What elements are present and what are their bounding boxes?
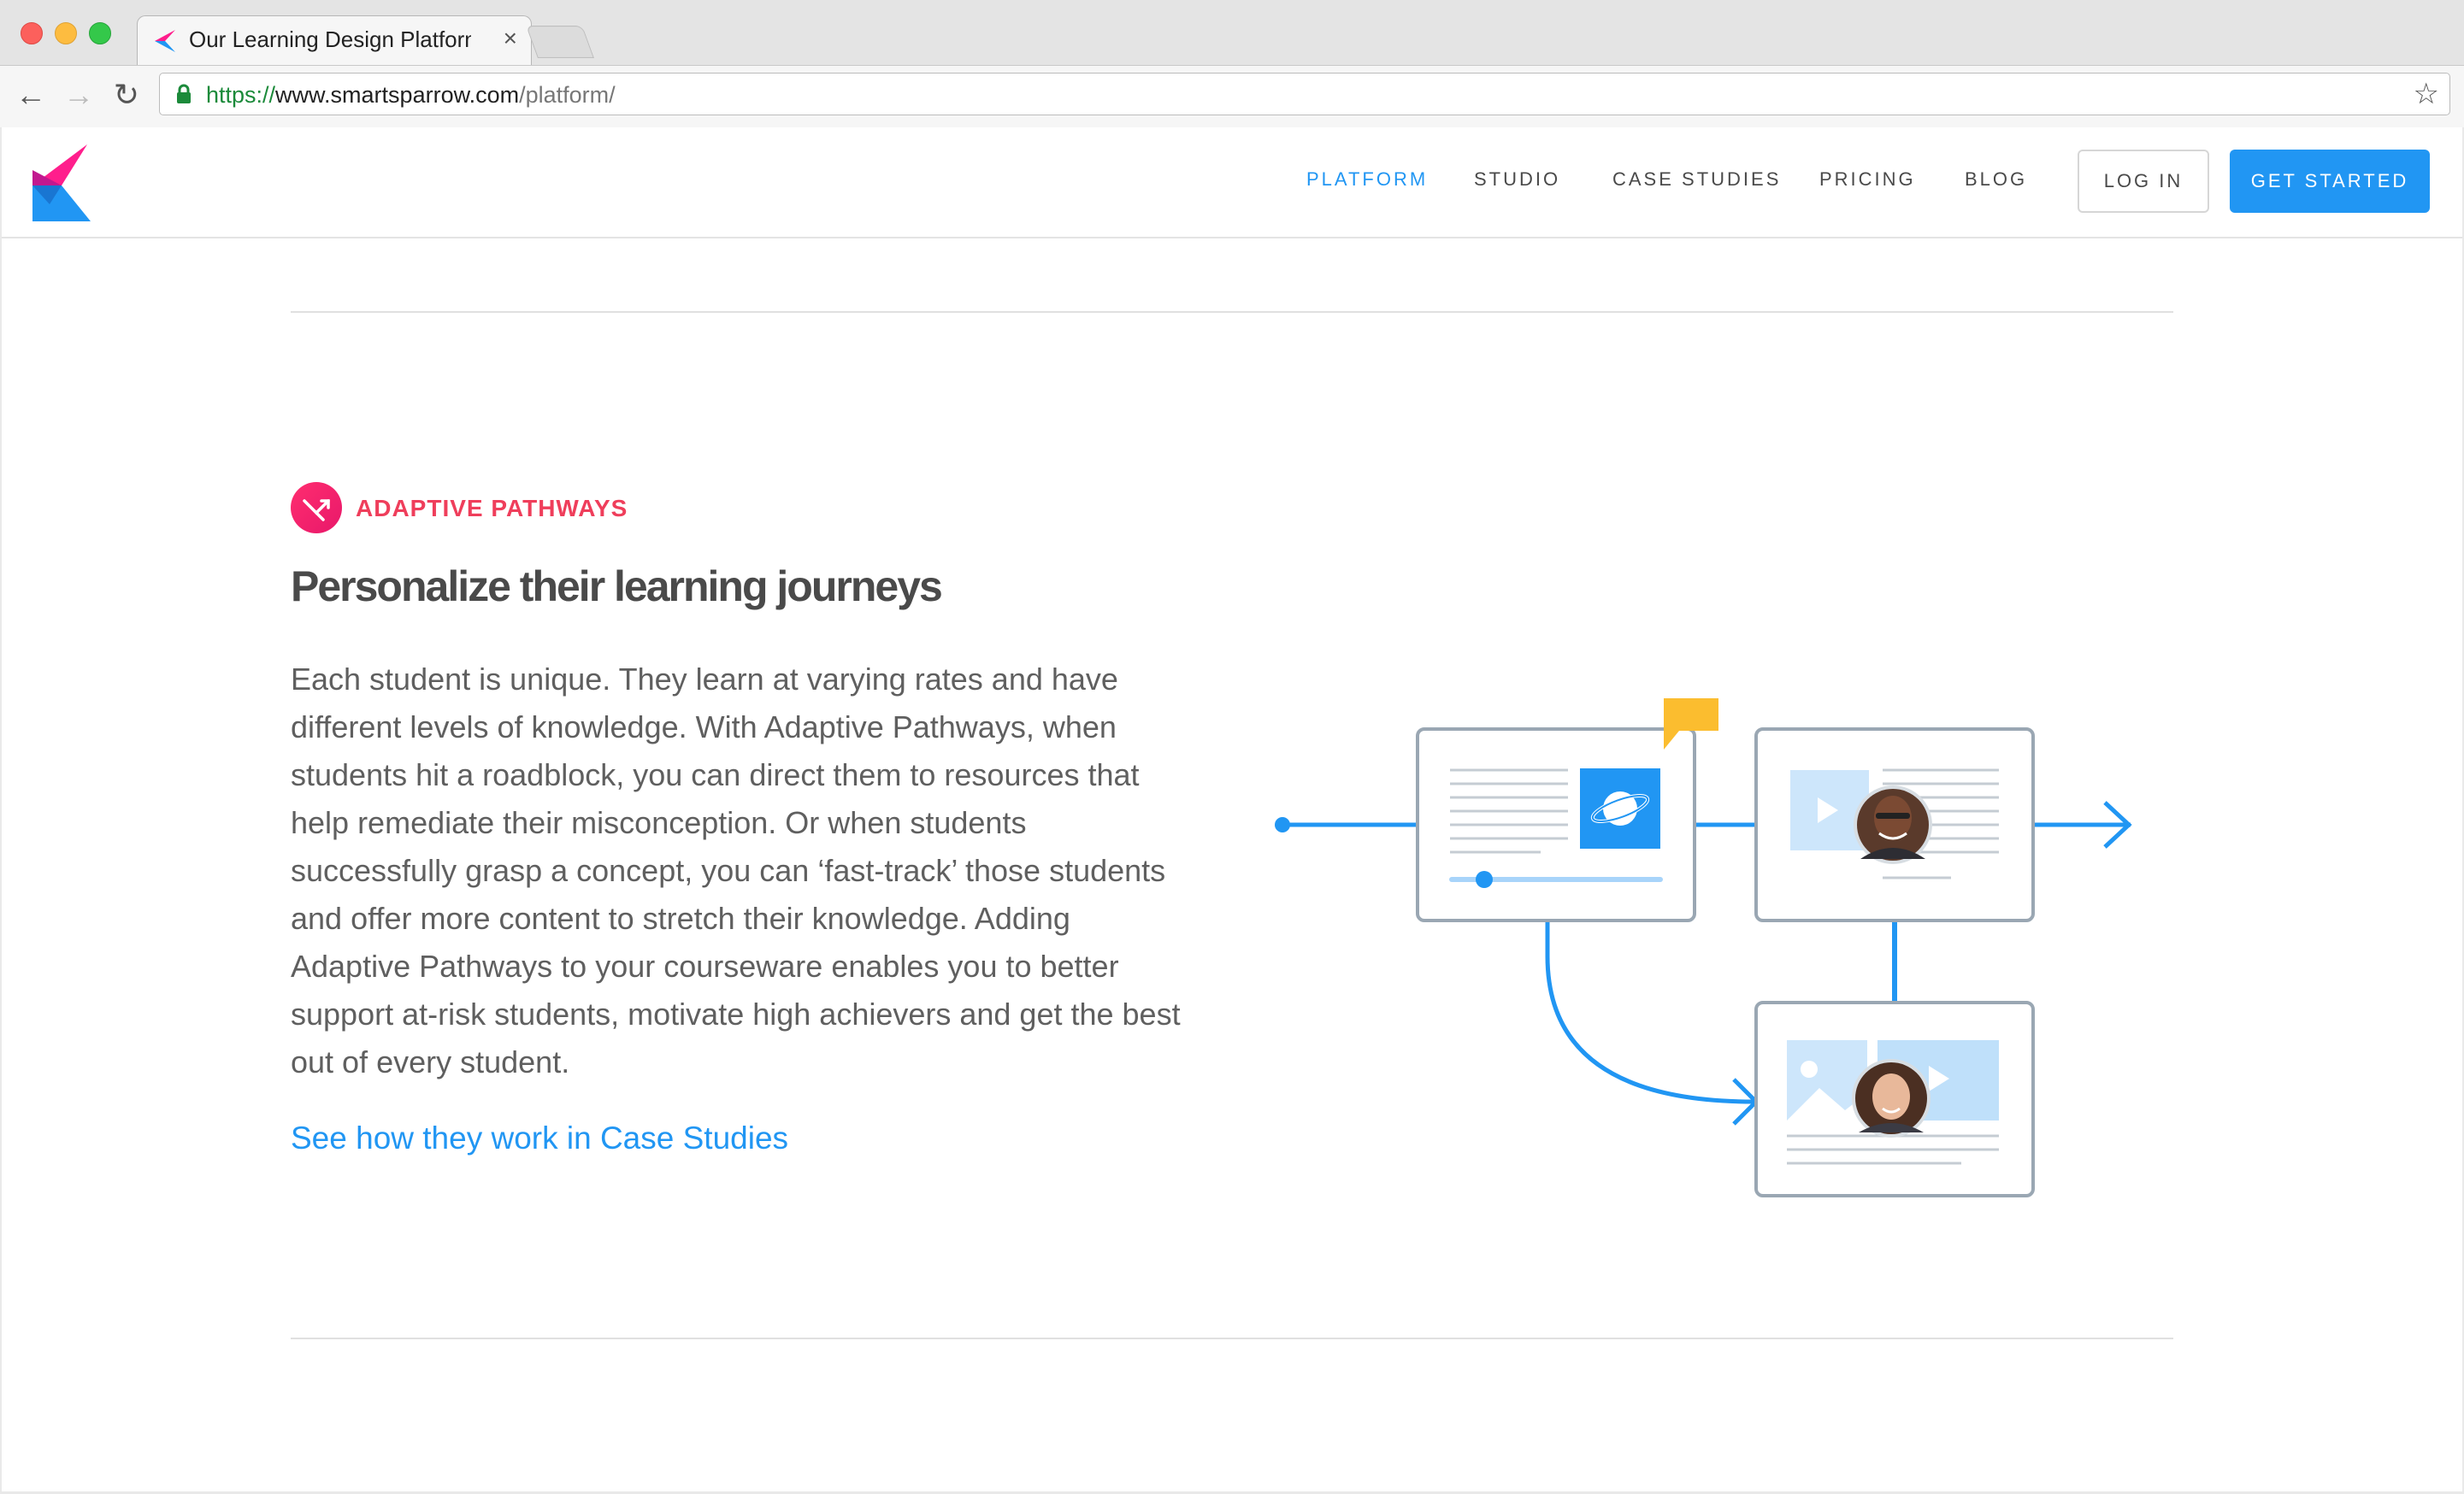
forward-icon[interactable]: → — [60, 76, 97, 114]
description-line: different levels of knowledge. With Adap… — [291, 709, 1117, 744]
nav-platform[interactable]: PLATFORM — [1306, 168, 1428, 191]
nav-studio[interactable]: STUDIO — [1474, 168, 1560, 191]
section-divider-bottom — [291, 1338, 2173, 1339]
nav-pricing[interactable]: PRICING — [1819, 168, 1916, 191]
description-line: help remediate their misconception. Or w… — [291, 805, 1027, 840]
feature-eyebrow: ADAPTIVE PATHWAYS — [356, 495, 628, 521]
description-line: students hit a roadblock, you can direct… — [291, 757, 1140, 792]
smart-sparrow-logo-icon[interactable] — [32, 144, 94, 221]
description-line: successfully grasp a concept, you can ‘f… — [291, 853, 1166, 888]
get-started-button[interactable]: GET STARTED — [2230, 150, 2430, 213]
site-favicon-icon — [155, 30, 175, 52]
browser-chrome: Our Learning Design Platform × ← → ↻ htt… — [0, 0, 2464, 127]
lock-icon — [177, 84, 191, 103]
feature-description: Each student is unique. They learn at va… — [291, 656, 1214, 1086]
adaptive-pathways-icon — [291, 482, 342, 533]
description-line: and offer more content to stretch their … — [291, 901, 1070, 936]
nav-case-studies[interactable]: CASE STUDIES — [1612, 168, 1781, 191]
nav-blog[interactable]: BLOG — [1965, 168, 2027, 191]
web-page: PLATFORM STUDIO CASE STUDIES PRICING BLO… — [2, 127, 2462, 1491]
back-icon[interactable]: ← — [12, 76, 50, 114]
url-host: www.smartsparrow.com — [275, 82, 520, 108]
section-divider-top — [291, 311, 2173, 313]
image-sun — [1801, 1061, 1818, 1078]
url-path: /platform/ — [519, 82, 616, 108]
tab-title: Our Learning Design Platform — [189, 26, 471, 52]
flow-branch-curve — [1545, 922, 1755, 1104]
case-studies-link[interactable]: See how they work in Case Studies — [291, 1120, 788, 1156]
description-line: out of every student. — [291, 1044, 570, 1079]
login-button[interactable]: LOG IN — [2078, 150, 2209, 213]
browser-tab[interactable]: Our Learning Design Platform × — [137, 15, 532, 66]
avatar-student-2 — [1852, 1059, 1931, 1138]
bookmark-star-icon[interactable]: ☆ — [2414, 77, 2439, 111]
site-header: PLATFORM STUDIO CASE STUDIES PRICING BLO… — [2, 127, 2462, 238]
url-scheme: https:// — [206, 82, 276, 108]
close-window-button[interactable] — [21, 22, 43, 44]
description-line: support at-risk students, motivate high … — [291, 997, 1181, 1032]
url-text: https://www.smartsparrow.com/platform/ — [206, 82, 616, 109]
description-line: Adaptive Pathways to your courseware ena… — [291, 949, 1119, 984]
adaptive-pathways-illustration — [1275, 698, 2132, 1197]
maximize-window-button[interactable] — [89, 22, 111, 44]
description-line: Each student is unique. They learn at va… — [291, 662, 1118, 697]
new-tab-button[interactable] — [526, 26, 594, 58]
minimize-window-button[interactable] — [55, 22, 77, 44]
card-1-progress-knob — [1476, 871, 1493, 888]
feature-heading: Personalize their learning journeys — [291, 562, 943, 610]
address-bar[interactable]: https://www.smartsparrow.com/platform/ ☆ — [159, 73, 2450, 115]
tab-close-icon[interactable]: × — [504, 25, 517, 52]
browser-toolbar: ← → ↻ https://www.smartsparrow.com/platf… — [0, 65, 2464, 127]
reload-icon[interactable]: ↻ — [108, 76, 145, 114]
avatar-student-1 — [1854, 785, 1932, 864]
